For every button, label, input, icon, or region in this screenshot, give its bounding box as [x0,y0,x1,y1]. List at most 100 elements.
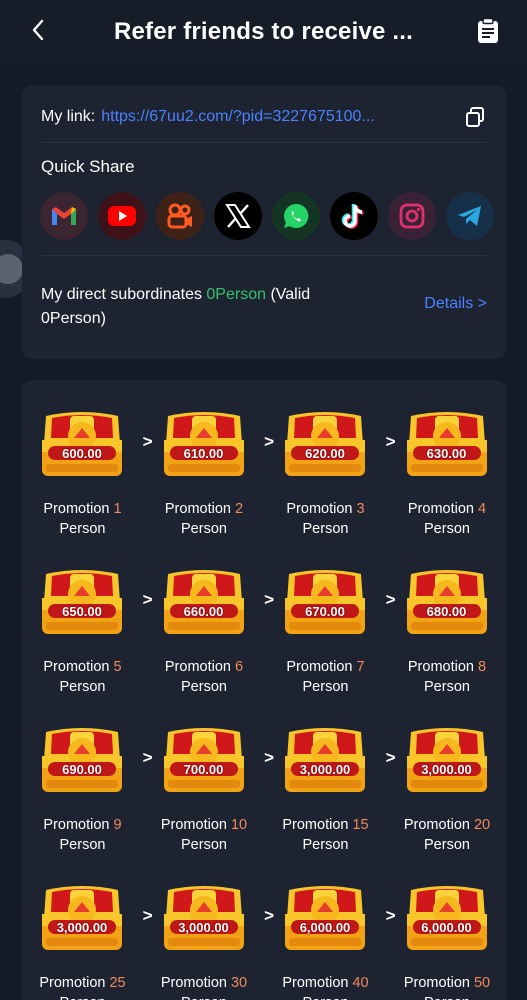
reward-item: 660.00 > Promotion 6 Person [144,560,274,698]
promotion-unit: Person [59,836,106,853]
treasure-chest-icon [283,568,367,638]
promotion-unit: Person [302,836,349,853]
reward-item: 700.00 > Promotion 10 Person [144,718,274,856]
promotion-unit: Person [59,520,106,537]
promotion-count: 3 [356,501,365,517]
reward-caption: Promotion 2 Person [144,500,265,539]
promotion-unit: Person [424,678,470,695]
reward-amount: 700.00 [183,762,224,777]
promotion-word: Promotion [286,659,353,675]
reward-amount: 6,000.00 [299,920,351,935]
treasure-chest-icon [283,884,367,954]
share-youtube-button[interactable] [98,192,146,240]
treasure-chest-icon [405,726,489,796]
youtube-icon [108,206,136,226]
details-link[interactable]: Details > [424,295,487,313]
promotion-word: Promotion [43,501,110,517]
reward-item: 690.00 > Promotion 9 Person [22,718,153,856]
treasure-chest-icon [40,726,124,796]
treasure-chest-icon [162,884,246,954]
promotion-unit: Person [59,678,106,695]
subordinates-prefix: My direct subordinates [41,286,207,303]
invite-card: My link: https://67uu2.com/?pid=32276751… [22,85,506,359]
promotion-count: 50 [473,975,491,991]
promotion-count: 15 [352,817,369,833]
reward-item: 6,000.00>Promotion 40 Person [265,876,396,1000]
reward-item: 610.00 > Promotion 2 Person [144,402,274,540]
reward-amount: 650.00 [62,604,102,619]
reward-item: 670.00 > Promotion 7 Person [265,560,396,698]
reward-amount: 3,000.00 [178,920,229,935]
reward-item: 630.00 Promotion 4 Person [387,402,509,540]
reward-item: 600.00 > Promotion 1 Person [22,402,153,540]
link-row: My link: https://67uu2.com/?pid=32276751… [41,105,487,129]
clipboard-button[interactable] [477,17,501,44]
promotion-count: 30 [230,975,248,991]
treasure-chest-icon [162,410,246,480]
reward-caption: Promotion 3 Person [265,500,386,539]
reward-amount: 610.00 [183,446,224,461]
reward-caption: Promotion 20 Person [387,816,508,855]
promotion-count: 4 [478,501,487,517]
reward-caption: Promotion 4 Person [387,500,508,539]
promotion-unit: Person [424,520,470,537]
reward-amount: 690.00 [62,762,102,777]
reward-amount: 670.00 [305,604,345,619]
promotion-word: Promotion [43,659,110,675]
promotion-count: 6 [235,659,244,675]
divider [41,255,487,256]
top-bar: Refer friends to receive ... [0,0,527,64]
treasure-chest-icon [40,884,124,954]
promotion-count: 2 [235,501,244,517]
reward-amount: 630.00 [426,446,467,461]
share-whatsapp-button[interactable] [272,192,320,240]
reward-item: 620.00 > Promotion 3 Person [265,402,396,540]
reward-item: 3,000.00>Promotion 30 Person [144,876,274,1000]
treasure-chest-icon [405,568,489,638]
share-tiktok-button[interactable] [330,192,378,240]
treasure-chest-icon [40,410,124,480]
invite-link[interactable]: https://67uu2.com/?pid=3227675100... [101,108,401,126]
promotion-count: 40 [352,975,369,991]
clipboard-icon [478,17,498,43]
reward-item: 6,000.00 Promotion 50 Person [387,876,509,1000]
promotion-word: Promotion [164,501,231,517]
share-x-button[interactable] [214,192,262,240]
x-icon [225,204,251,228]
share-telegram-button[interactable] [446,192,494,240]
treasure-chest-icon [283,410,367,480]
reward-item: 680.00 Promotion 8 Person [387,560,509,698]
promotion-word: Promotion [43,817,110,833]
share-gmail-button[interactable] [40,192,88,240]
promotion-count: 5 [113,659,122,675]
reward-amount: 600.00 [62,446,102,461]
reward-caption: Promotion 8 Person [387,658,508,697]
reward-caption: Promotion 40 Person [265,974,386,1000]
rewards-card: 600.00 > Promotion 1 Person 610.00 > Promoti… [22,380,506,1000]
promotion-count: 25 [109,975,126,991]
reward-grid: 600.00 > Promotion 1 Person 610.00 > Promoti… [22,402,506,1000]
reward-caption: Promotion 10 Person [144,816,265,855]
treasure-chest-icon [405,410,489,480]
promotion-count: 10 [230,817,248,833]
reward-caption: Promotion 30 Person [144,974,265,1000]
reward-amount: 680.00 [426,604,467,619]
promotion-word: Promotion [407,659,474,675]
promotion-unit: Person [302,520,349,537]
promotion-word: Promotion [286,501,353,517]
reward-item: 650.00 > Promotion 5 Person [22,560,153,698]
share-instagram-button[interactable] [388,192,436,240]
promotion-word: Promotion [282,975,349,991]
copy-icon[interactable] [463,105,487,129]
promotion-count: 8 [478,659,487,675]
reward-amount: 3,000.00 [56,920,108,935]
promotion-word: Promotion [403,975,470,991]
reward-amount: 6,000.00 [421,920,472,935]
promotion-unit: Person [302,678,349,695]
reward-caption: Promotion 5 Person [22,658,143,697]
share-kuaishou-button[interactable] [156,192,204,240]
promotion-word: Promotion [164,659,231,675]
back-button[interactable] [26,18,50,42]
tiktok-icon [341,203,364,229]
promotion-count: 1 [113,501,122,517]
